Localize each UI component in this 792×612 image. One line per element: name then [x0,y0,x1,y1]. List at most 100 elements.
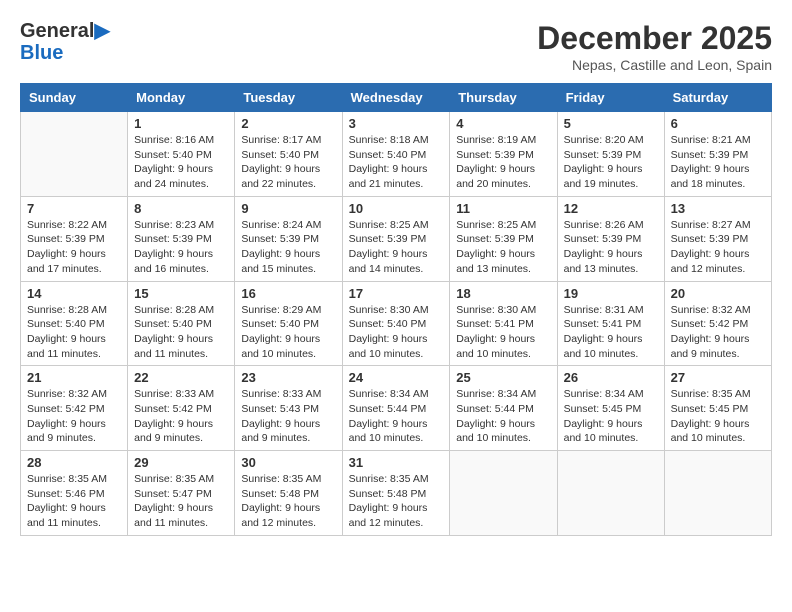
week-row-4: 21 Sunrise: 8:32 AMSunset: 5:42 PMDayligh… [21,366,772,451]
day-number: 5 [564,116,658,131]
day-number: 11 [456,201,550,216]
day-number: 31 [349,455,444,470]
day-number: 2 [241,116,335,131]
day-info: Sunrise: 8:23 AMSunset: 5:39 PMDaylight:… [134,218,228,277]
day-info: Sunrise: 8:34 AMSunset: 5:44 PMDaylight:… [456,387,550,446]
day-cell: 30Sunrise: 8:35 AMSunset: 5:48 PMDayligh… [235,451,342,536]
page-header: General▶ Blue December 2025 Nepas, Casti… [20,20,772,73]
day-cell: 25 Sunrise: 8:34 AMSunset: 5:44 PMDayligh… [450,366,557,451]
day-number: 21 [27,370,121,385]
day-cell: 26 Sunrise: 8:34 AMSunset: 5:45 PMDayligh… [557,366,664,451]
day-cell: 29 Sunrise: 8:35 AMSunset: 5:47 PMDayligh… [128,451,235,536]
logo: General▶ Blue [20,20,110,64]
day-number: 22 [134,370,228,385]
day-number: 23 [241,370,335,385]
day-cell: 2 Sunrise: 8:17 AMSunset: 5:40 PMDaylight… [235,112,342,197]
day-number: 26 [564,370,658,385]
day-info: Sunrise: 8:35 AMSunset: 5:48 PMDaylight:… [349,472,444,531]
week-row-2: 7 Sunrise: 8:22 AMSunset: 5:39 PMDaylight… [21,196,772,281]
month-title: December 2025 [537,20,772,57]
day-number: 12 [564,201,658,216]
day-cell: 23Sunrise: 8:33 AMSunset: 5:43 PMDayligh… [235,366,342,451]
day-cell: 13Sunrise: 8:27 AMSunset: 5:39 PMDayligh… [664,196,771,281]
day-cell: 19Sunrise: 8:31 AMSunset: 5:41 PMDayligh… [557,281,664,366]
day-cell: 5 Sunrise: 8:20 AMSunset: 5:39 PMDaylight… [557,112,664,197]
header-thursday: Thursday [450,84,557,112]
day-info: Sunrise: 8:32 AMSunset: 5:42 PMDaylight:… [27,387,121,446]
day-info: Sunrise: 8:16 AMSunset: 5:40 PMDaylight:… [134,133,228,192]
day-number: 8 [134,201,228,216]
title-block: December 2025 Nepas, Castille and Leon, … [537,20,772,73]
week-row-5: 28 Sunrise: 8:35 AMSunset: 5:46 PMDayligh… [21,451,772,536]
day-number: 24 [349,370,444,385]
day-info: Sunrise: 8:35 AMSunset: 5:48 PMDaylight:… [241,472,335,531]
day-number: 28 [27,455,121,470]
day-info: Sunrise: 8:21 AMSunset: 5:39 PMDaylight:… [671,133,765,192]
day-cell: 7 Sunrise: 8:22 AMSunset: 5:39 PMDaylight… [21,196,128,281]
day-cell: 31 Sunrise: 8:35 AMSunset: 5:48 PMDayligh… [342,451,450,536]
day-info: Sunrise: 8:18 AMSunset: 5:40 PMDaylight:… [349,133,444,192]
day-info: Sunrise: 8:33 AMSunset: 5:42 PMDaylight:… [134,387,228,446]
header-saturday: Saturday [664,84,771,112]
day-cell: 28 Sunrise: 8:35 AMSunset: 5:46 PMDayligh… [21,451,128,536]
day-cell [664,451,771,536]
day-number: 19 [564,286,658,301]
day-cell: 18Sunrise: 8:30 AMSunset: 5:41 PMDayligh… [450,281,557,366]
day-info: Sunrise: 8:34 AMSunset: 5:45 PMDaylight:… [564,387,658,446]
day-info: Sunrise: 8:35 AMSunset: 5:47 PMDaylight:… [134,472,228,531]
day-info: Sunrise: 8:29 AMSunset: 5:40 PMDaylight:… [241,303,335,362]
day-cell: 17Sunrise: 8:30 AMSunset: 5:40 PMDayligh… [342,281,450,366]
day-number: 29 [134,455,228,470]
location: Nepas, Castille and Leon, Spain [537,57,772,73]
day-info: Sunrise: 8:34 AMSunset: 5:44 PMDaylight:… [349,387,444,446]
day-info: Sunrise: 8:32 AMSunset: 5:42 PMDaylight:… [671,303,765,362]
header-friday: Friday [557,84,664,112]
day-cell: 15 Sunrise: 8:28 AMSunset: 5:40 PMDayligh… [128,281,235,366]
day-info: Sunrise: 8:28 AMSunset: 5:40 PMDaylight:… [134,303,228,362]
day-number: 25 [456,370,550,385]
day-cell: 6 Sunrise: 8:21 AMSunset: 5:39 PMDaylight… [664,112,771,197]
day-cell: 9Sunrise: 8:24 AMSunset: 5:39 PMDaylight… [235,196,342,281]
day-cell: 16Sunrise: 8:29 AMSunset: 5:40 PMDayligh… [235,281,342,366]
day-cell: 1 Sunrise: 8:16 AMSunset: 5:40 PMDaylight… [128,112,235,197]
day-cell: 8 Sunrise: 8:23 AMSunset: 5:39 PMDaylight… [128,196,235,281]
day-info: Sunrise: 8:19 AMSunset: 5:39 PMDaylight:… [456,133,550,192]
day-info: Sunrise: 8:30 AMSunset: 5:41 PMDaylight:… [456,303,550,362]
day-info: Sunrise: 8:25 AMSunset: 5:39 PMDaylight:… [349,218,444,277]
week-row-1: 1 Sunrise: 8:16 AMSunset: 5:40 PMDaylight… [21,112,772,197]
day-info: Sunrise: 8:22 AMSunset: 5:39 PMDaylight:… [27,218,121,277]
header-sunday: Sunday [21,84,128,112]
day-info: Sunrise: 8:17 AMSunset: 5:40 PMDaylight:… [241,133,335,192]
day-number: 6 [671,116,765,131]
day-number: 1 [134,116,228,131]
day-cell: 21 Sunrise: 8:32 AMSunset: 5:42 PMDayligh… [21,366,128,451]
day-number: 3 [349,116,444,131]
day-number: 4 [456,116,550,131]
day-info: Sunrise: 8:26 AMSunset: 5:39 PMDaylight:… [564,218,658,277]
day-info: Sunrise: 8:20 AMSunset: 5:39 PMDaylight:… [564,133,658,192]
day-number: 20 [671,286,765,301]
day-info: Sunrise: 8:35 AMSunset: 5:46 PMDaylight:… [27,472,121,531]
day-cell: 3 Sunrise: 8:18 AMSunset: 5:40 PMDaylight… [342,112,450,197]
day-number: 7 [27,201,121,216]
day-number: 14 [27,286,121,301]
day-cell [450,451,557,536]
day-cell: 10 Sunrise: 8:25 AMSunset: 5:39 PMDayligh… [342,196,450,281]
day-cell [557,451,664,536]
calendar-body: 1 Sunrise: 8:16 AMSunset: 5:40 PMDaylight… [21,112,772,536]
day-info: Sunrise: 8:35 AMSunset: 5:45 PMDaylight:… [671,387,765,446]
day-number: 13 [671,201,765,216]
day-cell: 12 Sunrise: 8:26 AMSunset: 5:39 PMDayligh… [557,196,664,281]
calendar: SundayMondayTuesdayWednesdayThursdayFrid… [20,83,772,536]
day-cell: 14 Sunrise: 8:28 AMSunset: 5:40 PMDayligh… [21,281,128,366]
day-cell: 24 Sunrise: 8:34 AMSunset: 5:44 PMDayligh… [342,366,450,451]
day-number: 27 [671,370,765,385]
day-number: 15 [134,286,228,301]
day-info: Sunrise: 8:28 AMSunset: 5:40 PMDaylight:… [27,303,121,362]
day-info: Sunrise: 8:30 AMSunset: 5:40 PMDaylight:… [349,303,444,362]
header-monday: Monday [128,84,235,112]
day-number: 10 [349,201,444,216]
day-cell: 27 Sunrise: 8:35 AMSunset: 5:45 PMDayligh… [664,366,771,451]
day-cell: 20 Sunrise: 8:32 AMSunset: 5:42 PMDayligh… [664,281,771,366]
day-cell: 4 Sunrise: 8:19 AMSunset: 5:39 PMDaylight… [450,112,557,197]
